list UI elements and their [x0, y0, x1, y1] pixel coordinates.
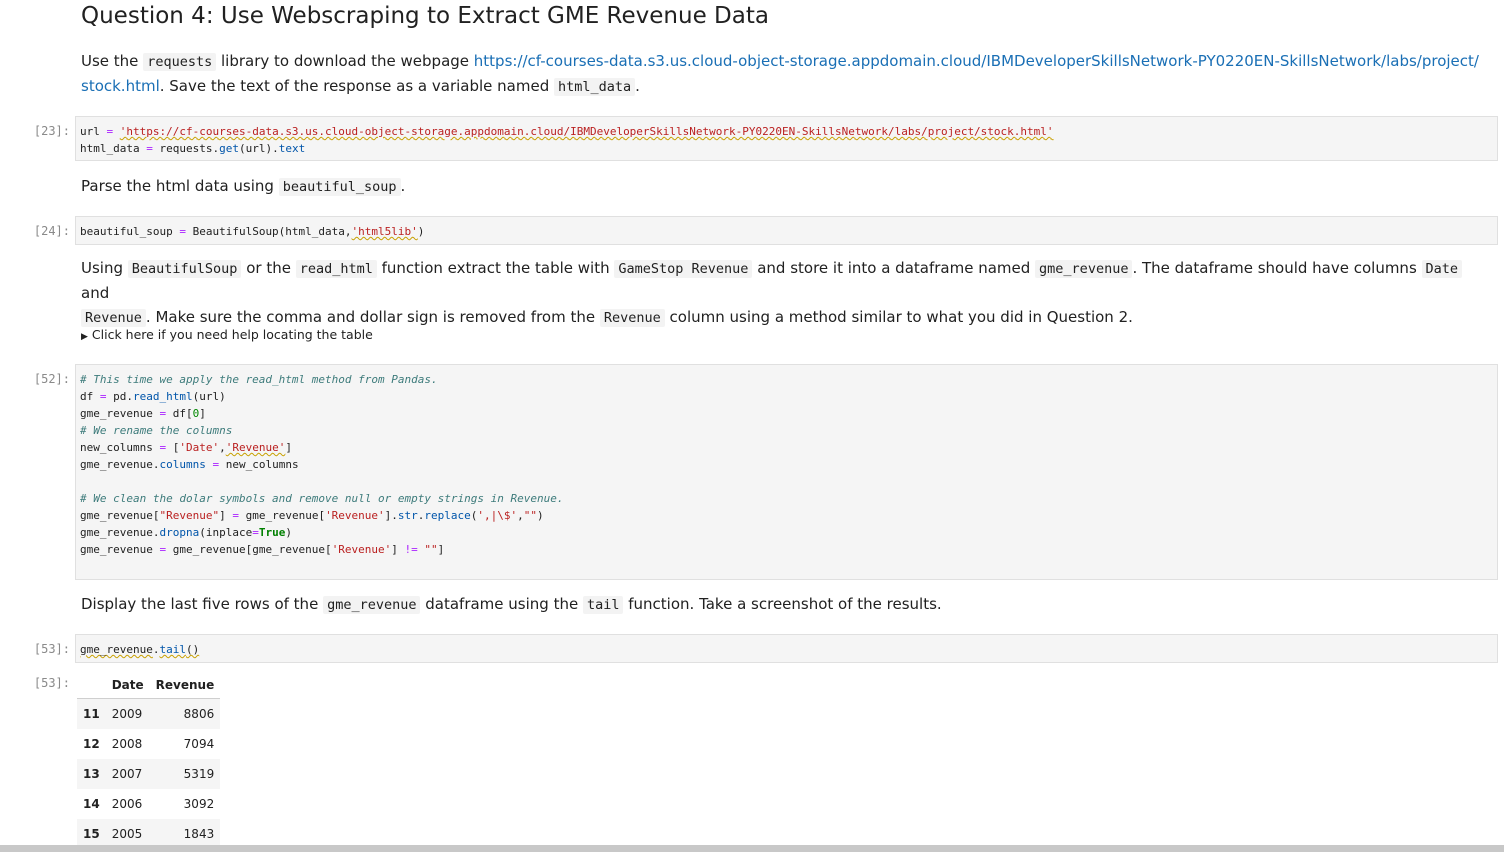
row-index: 12 — [83, 737, 100, 751]
code-editor[interactable]: # This time we apply the read_html metho… — [76, 365, 1497, 558]
row-index: 14 — [83, 797, 100, 811]
md-text: Parse the html data using — [81, 177, 279, 195]
inline-code: read_html — [295, 260, 377, 278]
markdown-cell-extract: Using BeautifulSoup or the read_html fun… — [81, 256, 1491, 330]
code-cell-52[interactable]: # This time we apply the read_html metho… — [75, 364, 1498, 580]
markdown-cell-parse: Parse the html data using beautiful_soup… — [81, 174, 405, 199]
code-cell-23[interactable]: url = 'https://cf-courses-data.s3.us.clo… — [75, 116, 1498, 161]
inline-code: Revenue — [599, 309, 665, 327]
date-cell: 2006 — [111, 797, 143, 811]
help-details-toggle[interactable]: ▶ Click here if you need help locating t… — [81, 327, 373, 342]
triangle-right-icon: ▶ — [81, 332, 88, 342]
table-row: 13 2007 5319 — [77, 759, 221, 789]
inline-code: Date — [1421, 260, 1463, 278]
code-editor[interactable]: url = 'https://cf-courses-data.s3.us.clo… — [76, 117, 1497, 157]
cell-prompt: [52]: — [33, 372, 70, 386]
horizontal-scrollbar[interactable] — [0, 845, 1504, 852]
index-header — [77, 672, 106, 699]
md-text: . — [635, 77, 640, 95]
cell-prompt: [24]: — [33, 224, 70, 238]
md-text: Use the — [81, 52, 144, 70]
md-text: library to download the webpage — [216, 52, 474, 70]
output-prompt: [53]: — [33, 676, 70, 690]
code-editor[interactable]: beautiful_soup = BeautifulSoup(html_data… — [76, 217, 1497, 240]
cell-prompt: [23]: — [33, 124, 70, 138]
revenue-cell: 8806 — [183, 707, 215, 721]
date-cell: 2007 — [111, 767, 143, 781]
table-header-row: Date Revenue — [77, 672, 221, 699]
revenue-cell: 3092 — [183, 797, 215, 811]
revenue-cell: 7094 — [183, 737, 215, 751]
section-heading: Question 4: Use Webscraping to Extract G… — [81, 3, 769, 29]
inline-code: beautiful_soup — [278, 178, 401, 196]
row-index: 11 — [83, 707, 100, 721]
code-cell-53[interactable]: gme_revenue.tail() — [75, 634, 1498, 663]
inline-code: requests — [143, 53, 217, 71]
dataframe-output: Date Revenue 11 2009 8806 12 2008 7094 13 200… — [77, 672, 221, 849]
date-cell: 2008 — [111, 737, 143, 751]
row-index: 13 — [83, 767, 100, 781]
table-row: 14 2006 3092 — [77, 789, 220, 819]
code-cell-24[interactable]: beautiful_soup = BeautifulSoup(html_data… — [75, 216, 1498, 245]
inline-code: gme_revenue — [1035, 260, 1133, 278]
code-editor[interactable]: gme_revenue.tail() — [76, 635, 1497, 658]
table-row: 12 2008 7094 — [77, 729, 220, 759]
markdown-cell-tail: Display the last five rows of the gme_re… — [81, 595, 942, 614]
inline-code: BeautifulSoup — [127, 260, 242, 278]
date-cell: 2009 — [111, 707, 143, 721]
md-text: . — [400, 177, 406, 195]
md-text: . Save the text of the response as a var… — [159, 77, 554, 95]
cell-prompt: [53]: — [33, 642, 70, 656]
revenue-cell: 5319 — [183, 767, 215, 781]
details-label: Click here if you need help locating the… — [91, 327, 373, 342]
revenue-header: Revenue — [149, 672, 221, 699]
date-header: Date — [105, 672, 150, 699]
inline-code: html_data — [553, 78, 636, 96]
inline-code: GameStop Revenue — [614, 260, 753, 278]
inline-code: Revenue — [81, 309, 146, 327]
inline-code: tail — [582, 596, 624, 614]
inline-code: gme_revenue — [323, 596, 421, 614]
table-row: 11 2009 8806 — [77, 698, 221, 729]
markdown-cell-requests: Use the requests library to download the… — [81, 49, 1481, 99]
